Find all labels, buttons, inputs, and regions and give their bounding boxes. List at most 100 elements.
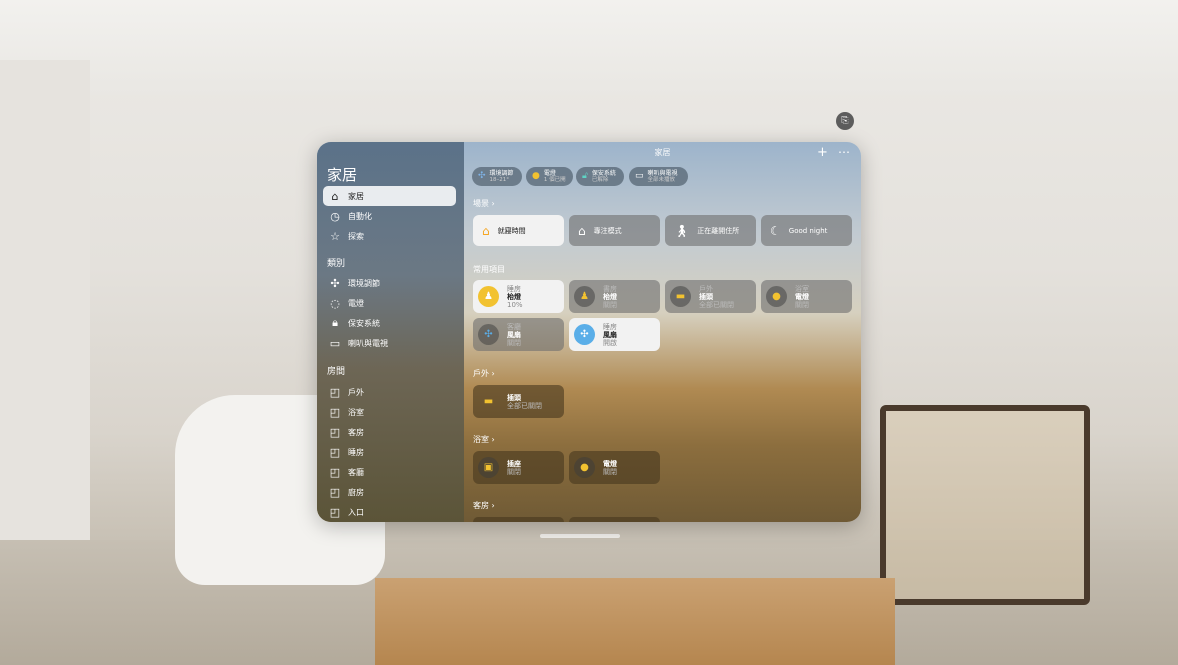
sidebar-room-item[interactable]: ◰ 戶外 (323, 382, 456, 402)
label: 保安系統 (591, 169, 616, 177)
accessory-outdoor-plug[interactable]: ▬ 插頭 全部已關閉 (473, 385, 564, 418)
tv-speaker-icon: ▭ (329, 336, 341, 350)
state: 關閉 (603, 300, 617, 309)
state: 關閉 (507, 338, 521, 347)
label: 喇叭與電視 (647, 169, 678, 177)
sidebar-item-lights[interactable]: ◌ 電燈 (323, 293, 456, 313)
accessory-bathroom-light[interactable]: ● 電燈 關閉 (569, 451, 660, 484)
add-icon[interactable]: + (817, 145, 828, 160)
room-icon: ◰ (329, 465, 341, 479)
state: 10% (507, 300, 523, 309)
label: 客房 (473, 501, 489, 510)
room-icon: ◰ (329, 425, 341, 439)
state: 關閉 (795, 300, 809, 309)
sidebar-room-item[interactable]: ◰ 客廳 (323, 462, 456, 482)
room: 睡房 (507, 284, 521, 293)
wall (0, 60, 90, 560)
home-app-window: 家居 ⌂ 家居 ◷ 自動化 ☆ 探索 類別 ✣ 環境調節 ◌ 電燈 🔒︎ 保安系統 ▭ 喇叭與… (317, 142, 861, 522)
state: 關閉 (603, 467, 617, 476)
status-lights[interactable]: ● 電燈 1 個已開 (526, 167, 573, 186)
sidebar-room-item[interactable]: ◰ 廚房 (323, 482, 456, 502)
walking-person-icon: 🚶︎ (674, 223, 690, 238)
value: 已解除 (591, 176, 609, 183)
scene-focus[interactable]: ⌂ 專注模式 (569, 215, 660, 246)
fan-icon: ✣ (330, 276, 340, 290)
scenes-header[interactable]: 場景 › (473, 198, 495, 209)
favorite-accessory[interactable]: ✣ 客廳 風扇 關閉 (473, 318, 564, 351)
lightbulb-icon: ● (766, 286, 787, 307)
window-grabber[interactable] (540, 534, 620, 538)
sidebar-item-home[interactable]: ⌂ 家居 (323, 186, 456, 206)
sidebar-room-item[interactable]: ◰ 客房 (323, 422, 456, 442)
sidebar-room-item[interactable]: ◰ 睡房 (323, 442, 456, 462)
share-window-icon[interactable]: ⎘ (836, 112, 854, 130)
room-icon: ◰ (329, 485, 341, 499)
rooms-header: 房間 (327, 367, 346, 377)
favorite-accessory[interactable]: ♟ 睡房 枱燈 10% (473, 280, 564, 313)
sidebar-item-speakers-tv[interactable]: ▭ 喇叭與電視 (323, 333, 456, 353)
lightbulb-icon: ● (574, 457, 595, 478)
favorites-header: 常用項目 (473, 265, 505, 274)
state: 全部已關閉 (507, 401, 542, 410)
scene-good-night[interactable]: ☾ Good night (761, 215, 852, 246)
label: 專注模式 (593, 226, 622, 235)
status-climate[interactable]: ✣ 環境調節 18–21° (472, 167, 522, 186)
lock-icon: 🔒︎ (332, 316, 338, 329)
name: 電燈 (603, 459, 617, 468)
accessory-tile[interactable] (473, 517, 564, 522)
categories-header: 類別 (327, 259, 346, 269)
sidebar-item-discover[interactable]: ☆ 探索 (323, 226, 456, 246)
label: 保安系統 (348, 318, 380, 328)
label: 場景 (473, 199, 489, 208)
fan-icon: ✣ (574, 324, 595, 345)
name: 枱燈 (603, 292, 617, 301)
name: 風扇 (603, 330, 617, 339)
power-strip-icon: ▬ (670, 286, 691, 307)
label: 正在離開住所 (697, 226, 740, 235)
label: 客廳 (348, 467, 364, 477)
value: 1 個已開 (543, 176, 566, 183)
label: 戶外 (348, 387, 364, 397)
room: 浴室 (795, 284, 809, 293)
label: 就寢時間 (497, 226, 526, 235)
sidebar-room-item[interactable]: ◰ 入口 (323, 502, 456, 522)
status-security[interactable]: 🔓︎ 保安系統 已解除 (576, 167, 624, 186)
page-title: 家居 (654, 148, 671, 157)
label: 家居 (348, 191, 364, 201)
lightbulb-icon: ● (532, 171, 540, 181)
lightbulb-icon: ◌ (330, 296, 340, 310)
room: 戶外 (699, 284, 713, 293)
main-content: 家居 + ⋯ ✣ 環境調節 18–21° ● 電燈 1 個已開 🔓︎ 保安系統 已解除 ▭ 喇… (464, 142, 861, 522)
favorite-accessory[interactable]: ♟ 書房 枱燈 關閉 (569, 280, 660, 313)
fan-icon: ✣ (478, 171, 486, 181)
power-strip-icon: ▬ (483, 395, 494, 407)
name: 插頭 (507, 393, 521, 402)
label: 入口 (348, 507, 364, 517)
sidebar-item-climate[interactable]: ✣ 環境調節 (323, 273, 456, 293)
value: 全部未播放 (647, 176, 676, 183)
label: Good night (788, 226, 828, 235)
label: 環境調節 (489, 169, 514, 177)
scene-bedtime[interactable]: ⌂ 就寢時間 (473, 215, 564, 246)
accessory-bathroom-outlet[interactable]: ▣ 插座 關閉 (473, 451, 564, 484)
scene-leaving[interactable]: 🚶︎ 正在離開住所 (665, 215, 756, 246)
sidebar-item-automation[interactable]: ◷ 自動化 (323, 206, 456, 226)
favorite-accessory[interactable]: ✣ 睡房 風扇 開啟 (569, 318, 660, 351)
status-speakers-tv[interactable]: ▭ 喇叭與電視 全部未播放 (629, 167, 688, 186)
sidebar-room-item[interactable]: ◰ 浴室 (323, 402, 456, 422)
sidebar-item-security[interactable]: 🔒︎ 保安系統 (323, 313, 456, 333)
value: 18–21° (489, 176, 510, 183)
bathroom-header[interactable]: 浴室 › (473, 434, 495, 445)
outdoor-header[interactable]: 戶外 › (473, 368, 495, 379)
favorite-accessory[interactable]: ● 浴室 電燈 關閉 (761, 280, 852, 313)
guest-room-header[interactable]: 客房 › (473, 500, 495, 511)
more-icon[interactable]: ⋯ (838, 145, 850, 159)
favorite-accessory[interactable]: ▬ 戶外 插頭 全部已關閉 (665, 280, 756, 313)
name: 枱燈 (507, 292, 521, 301)
label: 電燈 (348, 298, 364, 308)
room-icon: ◰ (329, 405, 341, 419)
accessory-tile[interactable] (569, 517, 660, 522)
room-icon: ◰ (329, 445, 341, 459)
label: 睡房 (348, 447, 364, 457)
room-icon: ◰ (329, 505, 341, 519)
